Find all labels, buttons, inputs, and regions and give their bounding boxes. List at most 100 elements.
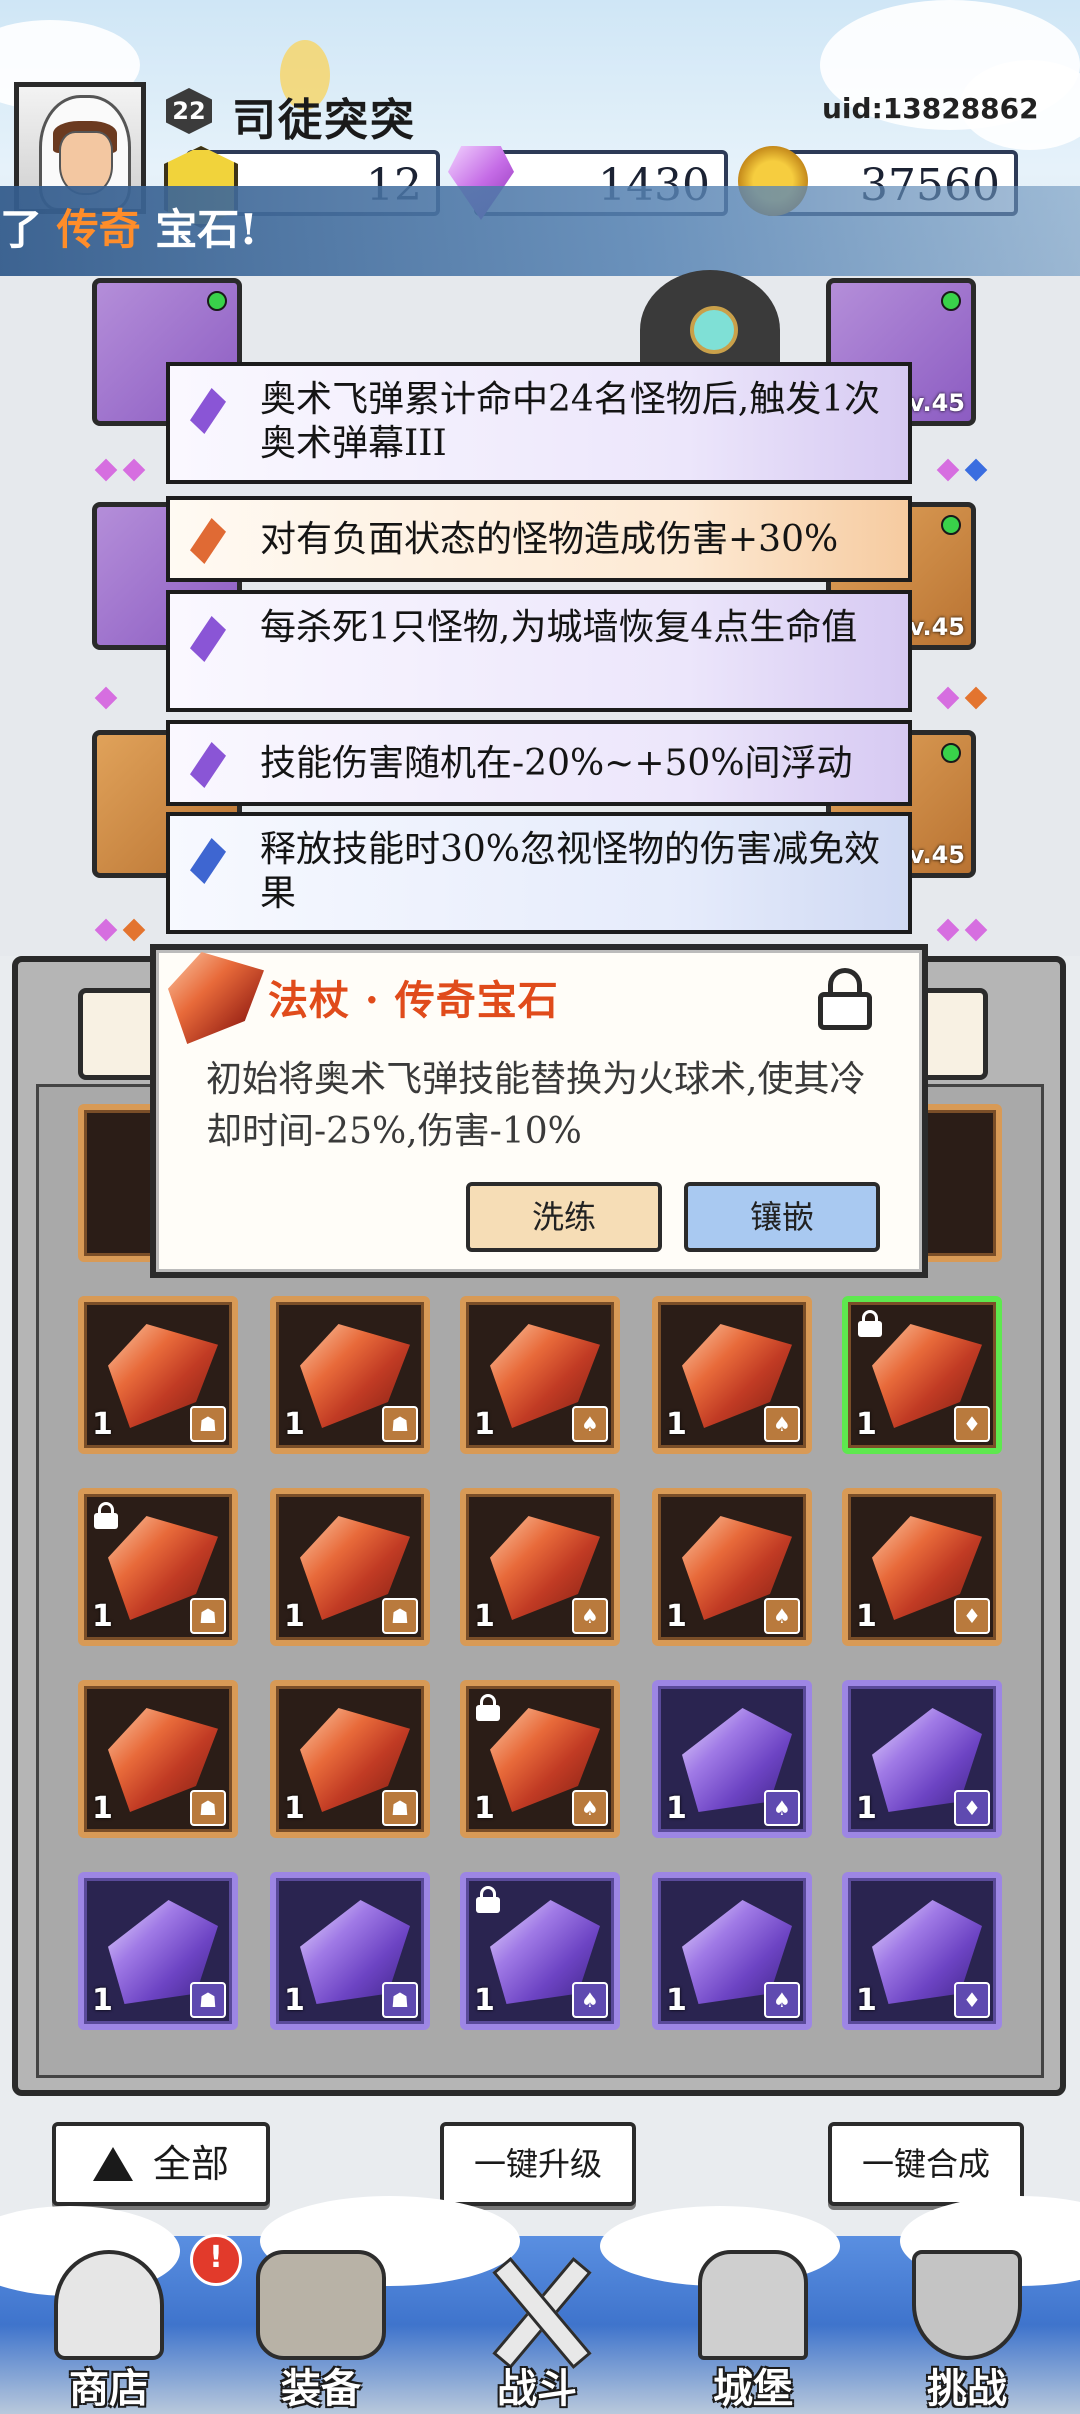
inventory-slot[interactable]: 1 ☗ (270, 1872, 430, 2030)
purple-gem-icon (190, 616, 226, 662)
status-dot (941, 515, 961, 535)
inventory-slot[interactable]: 1 ☗ (270, 1296, 430, 1454)
player-uid: uid:13828862 (822, 92, 1039, 125)
affix-5-text: 释放技能时30%忽视怪物的伤害减免效果 (260, 829, 881, 914)
inventory-slot[interactable]: 1 ♦ (842, 1296, 1002, 1454)
equip-type-icon: ☗ (190, 1982, 226, 2018)
equip-type-icon: ♦ (954, 1790, 990, 1826)
gem-count: 1 (92, 1983, 113, 2018)
equip-type-icon: ☗ (382, 1406, 418, 1442)
gem-count: 1 (284, 1599, 305, 1634)
nav-castle-label: 城堡 (713, 2365, 793, 2412)
nav-equipment-label: 装备 (281, 2365, 361, 2412)
notification-badge: ! (190, 2234, 242, 2286)
nav-battle-label: 战斗 (497, 2365, 577, 2412)
equip-type-icon: ♦ (954, 1982, 990, 2018)
announcement-highlight: 传奇 (56, 205, 141, 254)
filter-all-label: 全部 (152, 2142, 229, 2186)
inventory-slot[interactable]: 1 ☗ (270, 1488, 430, 1646)
affix-5: 释放技能时30%忽视怪物的伤害减免效果 (166, 812, 912, 934)
inlay-button[interactable]: 镶嵌 (684, 1182, 880, 1252)
lock-icon[interactable] (818, 968, 872, 1030)
affix-4-text: 技能伤害随机在-20%~+50%间浮动 (260, 743, 853, 784)
equip-level: v.45 (908, 841, 965, 869)
inventory-slot[interactable]: 1 ♠ (652, 1488, 812, 1646)
inventory-slot[interactable]: 1 ♠ (460, 1488, 620, 1646)
inventory-slot[interactable]: 1 ♠ (460, 1680, 620, 1838)
inventory-slot[interactable]: 1 ♠ (460, 1872, 620, 2030)
equip-type-icon: ☗ (382, 1598, 418, 1634)
equip-level: v.45 (908, 389, 965, 417)
one-click-upgrade-button[interactable]: 一键升级 (440, 2122, 636, 2206)
equip-type-icon: ♠ (572, 1790, 608, 1826)
gem-count: 1 (856, 1407, 877, 1442)
blue-gem-icon (190, 838, 226, 884)
gem-count: 1 (284, 1983, 305, 2018)
gem-count: 1 (474, 1983, 495, 2018)
gem-count: 1 (474, 1791, 495, 1826)
equip-type-icon: ♠ (764, 1982, 800, 2018)
filter-all-button[interactable]: 全部 (52, 2122, 270, 2206)
equip-type-icon: ☗ (190, 1598, 226, 1634)
inventory-slot[interactable]: 1 ♠ (460, 1296, 620, 1454)
equip-type-icon: ♠ (572, 1406, 608, 1442)
inventory-slot[interactable]: 1 ♠ (652, 1680, 812, 1838)
gem-count: 1 (856, 1599, 877, 1634)
equip-type-icon: ♠ (572, 1598, 608, 1634)
gem-count: 1 (666, 1599, 687, 1634)
gem-count: 1 (92, 1791, 113, 1826)
gem-count: 1 (474, 1599, 495, 1634)
affix-3-text: 每杀死1只怪物,为城墙恢复4点生命值 (260, 607, 858, 648)
gem-count: 1 (474, 1407, 495, 1442)
inventory-slot[interactable]: 1 ☗ (78, 1680, 238, 1838)
inventory-slot[interactable]: 1 ☗ (78, 1872, 238, 2030)
gem-count: 1 (92, 1407, 113, 1442)
gem-count: 1 (666, 1983, 687, 2018)
announcement-suffix: 宝石! (155, 205, 258, 254)
one-click-merge-button[interactable]: 一键合成 (828, 2122, 1024, 2206)
equip-type-icon: ♠ (764, 1406, 800, 1442)
inventory-slot[interactable]: 1 ♦ (842, 1680, 1002, 1838)
backpack-icon (256, 2250, 386, 2360)
equip-type-icon: ♠ (764, 1790, 800, 1826)
shield-icon (912, 2250, 1022, 2360)
purple-gem-icon (190, 742, 226, 788)
gem-count: 1 (284, 1791, 305, 1826)
nav-challenge-label: 挑战 (927, 2365, 1007, 2412)
equip-type-icon: ☗ (382, 1982, 418, 2018)
popup-title: 法杖 · 传奇宝石 (268, 977, 559, 1024)
gem-count: 1 (856, 1791, 877, 1826)
equip-type-icon: ☗ (382, 1790, 418, 1826)
gem-count: 1 (284, 1407, 305, 1442)
nav-shop[interactable]: 商店 (24, 2240, 194, 2414)
nav-castle[interactable]: 城堡 (668, 2240, 838, 2414)
nav-challenge[interactable]: 挑战 (882, 2240, 1052, 2414)
equip-type-icon: ♦ (954, 1598, 990, 1634)
gem-count: 1 (666, 1407, 687, 1442)
inventory-slot[interactable]: 1 ♠ (652, 1296, 812, 1454)
inventory-slot[interactable]: 1 ☗ (270, 1680, 430, 1838)
equip-type-icon: ♠ (572, 1982, 608, 2018)
inventory-slot[interactable]: 1 ☗ (78, 1296, 238, 1454)
inventory-slot[interactable]: 1 ☗ (78, 1488, 238, 1646)
nav-shop-label: 商店 (69, 2365, 149, 2412)
inventory-slot[interactable]: 1 ♦ (842, 1488, 1002, 1646)
nav-equipment[interactable]: 装备 (236, 2240, 406, 2414)
affix-4: 技能伤害随机在-20%~+50%间浮动 (166, 720, 912, 806)
status-dot (941, 743, 961, 763)
affix-2: 对有负面状态的怪物造成伤害+30% (166, 496, 912, 582)
refine-button[interactable]: 洗练 (466, 1182, 662, 1252)
triangle-up-icon (92, 2147, 133, 2181)
castle-icon (698, 2250, 808, 2360)
nav-battle[interactable]: 战斗 (452, 2240, 622, 2414)
equip-type-icon: ☗ (190, 1406, 226, 1442)
equip-type-icon: ♦ (954, 1406, 990, 1442)
inventory-slot[interactable]: 1 ♦ (842, 1872, 1002, 2030)
gem-count: 1 (92, 1599, 113, 1634)
announcement-text: 了 传奇 宝石! (0, 196, 258, 257)
inventory-slot[interactable]: 1 ♠ (652, 1872, 812, 2030)
player-name: 司徒突突 (232, 95, 416, 146)
lock-icon (92, 1502, 120, 1529)
affix-2-text: 对有负面状态的怪物造成伤害+30% (260, 519, 839, 560)
affix-1-text: 奥术飞弹累计命中24名怪物后,触发1次奥术弹幕III (260, 379, 881, 464)
